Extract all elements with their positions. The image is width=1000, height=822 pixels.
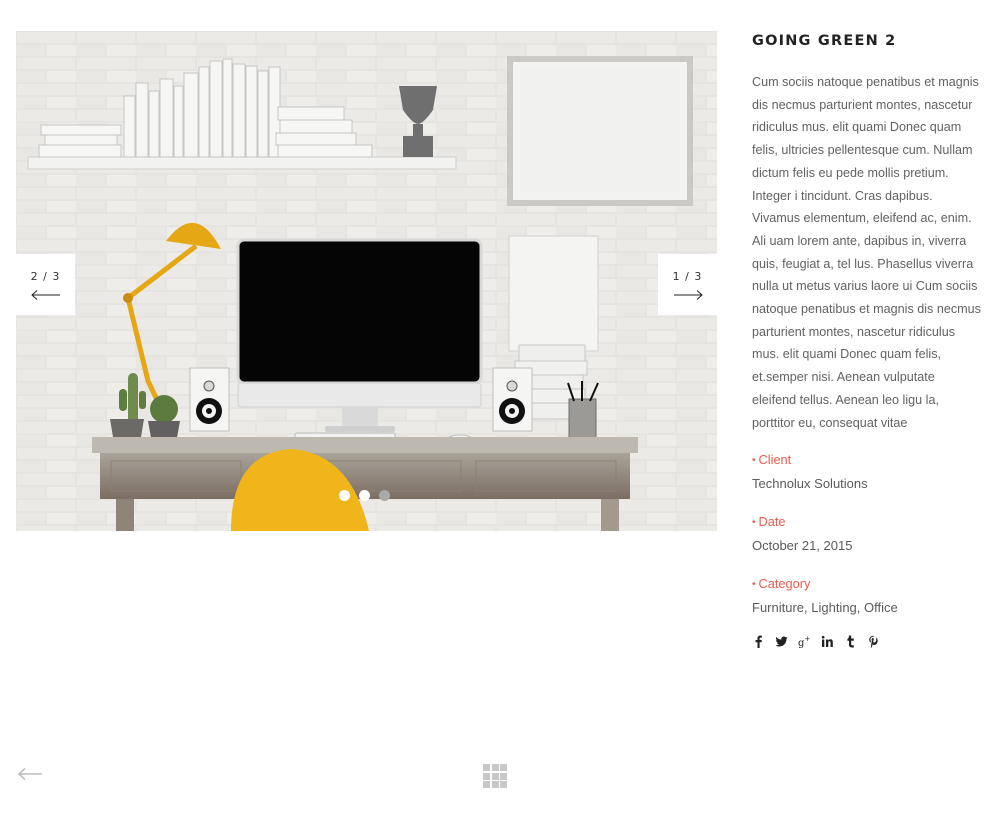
- meta-label-text: Category: [758, 576, 811, 592]
- prev-slide-counter: 2 / 3: [30, 270, 61, 283]
- grid-icon[interactable]: [483, 764, 507, 788]
- arrow-left-icon: [30, 290, 60, 300]
- meta-label: • Client: [752, 449, 982, 473]
- arrow-left-icon[interactable]: [17, 767, 43, 781]
- linkedin-icon[interactable]: [821, 635, 834, 648]
- slider-prev-button[interactable]: 2 / 3: [16, 254, 75, 315]
- project-title: GOING GREEN 2: [752, 33, 897, 49]
- slider-pagination: [339, 490, 390, 502]
- facebook-icon[interactable]: [752, 635, 765, 649]
- google-plus-icon[interactable]: g +: [798, 635, 811, 648]
- bullet-icon: •: [752, 517, 756, 529]
- meta-date: • Date October 21, 2015: [752, 511, 982, 557]
- meta-value: Technolux Solutions: [752, 476, 868, 492]
- pinterest-icon[interactable]: [867, 635, 880, 649]
- meta-label-text: Date: [758, 514, 786, 530]
- meta-label: • Category: [752, 573, 982, 597]
- meta-category: • Category Furniture, Lighting, Office: [752, 573, 982, 619]
- meta-client: • Client Technolux Solutions: [752, 449, 982, 495]
- workspace-photo: [16, 31, 717, 531]
- meta-label-text: Client: [758, 452, 792, 468]
- meta-label: • Date: [752, 511, 982, 535]
- slider-dot[interactable]: [379, 490, 390, 501]
- project-description: Cum sociis natoque penatibus et magnis d…: [752, 75, 981, 430]
- twitter-icon[interactable]: [775, 635, 788, 648]
- project-image-slider[interactable]: 2 / 3 1 / 3: [16, 31, 717, 531]
- tumblr-icon[interactable]: [844, 635, 857, 648]
- arrow-right-icon: [673, 290, 703, 300]
- svg-text:+: +: [805, 635, 811, 643]
- meta-value: October 21, 2015: [752, 538, 853, 554]
- next-slide-counter: 1 / 3: [672, 270, 703, 283]
- bullet-icon: •: [752, 579, 756, 591]
- slider-dot[interactable]: [359, 490, 370, 501]
- meta-value: Furniture, Lighting, Office: [752, 600, 898, 616]
- social-share-links: g +: [752, 635, 982, 649]
- slider-dot[interactable]: [339, 490, 350, 501]
- project-meta: • Client Technolux Solutions • Date Octobe…: [752, 449, 982, 619]
- slider-next-button[interactable]: 1 / 3: [658, 254, 717, 315]
- project-info: GOING GREEN 2 Cum sociis natoque penatib…: [752, 30, 982, 649]
- bullet-icon: •: [752, 455, 756, 467]
